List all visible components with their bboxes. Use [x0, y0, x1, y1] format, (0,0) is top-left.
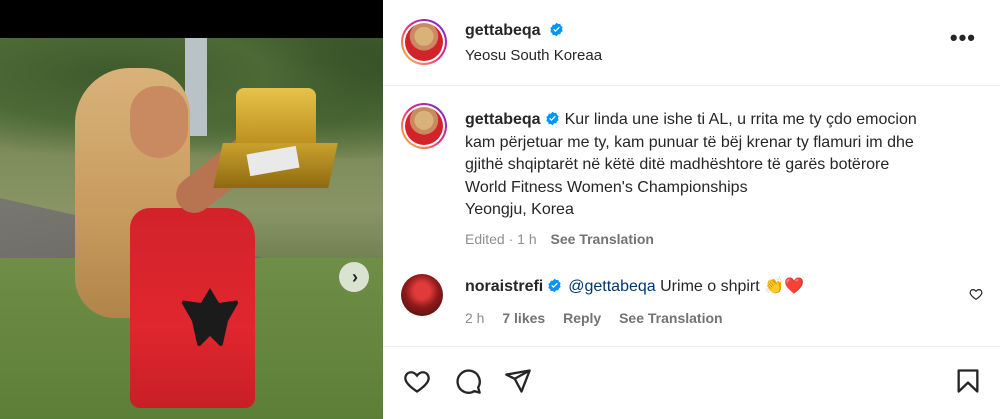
athlete-face — [130, 86, 188, 158]
like-comment-heart-icon[interactable] — [969, 287, 983, 301]
author-username[interactable]: gettabeqa — [465, 22, 541, 39]
share-icon[interactable] — [504, 367, 532, 395]
caption-username[interactable]: gettabeqa — [465, 111, 541, 128]
post-photo[interactable] — [0, 38, 383, 419]
comment-time: 2 h — [465, 310, 485, 326]
trophy — [213, 88, 343, 198]
heart-icon[interactable] — [403, 367, 431, 395]
comment-username[interactable]: noraistrefi — [465, 278, 543, 295]
caption-line: Kur linda une ishe ti AL, u rrita me ty … — [564, 111, 917, 128]
post-caption: gettabeqa Kur linda une ishe ti AL, u rr… — [465, 109, 975, 250]
trophy-figures — [236, 88, 316, 148]
chevron-right-icon: › — [352, 267, 358, 287]
caption-author-avatar[interactable] — [401, 103, 447, 149]
post-header: gettabeqa Yeosu South Koreaa ••• — [383, 0, 1000, 86]
comment-see-translation-link[interactable]: See Translation — [619, 310, 722, 326]
comment-mention[interactable]: @gettabeqa — [568, 278, 655, 295]
more-dots-icon: ••• — [949, 25, 976, 50]
verified-badge-icon — [550, 22, 563, 37]
verified-badge-icon — [545, 111, 559, 126]
see-translation-link[interactable]: See Translation — [551, 231, 654, 247]
post-action-bar — [383, 346, 1000, 419]
caption-line: gjithë shqiptarët në këtë ditë madhështo… — [465, 156, 890, 173]
post-media: › — [0, 0, 383, 419]
author-avatar[interactable] — [401, 19, 447, 65]
comment-text: Urime o shpirt 👏❤️ — [660, 278, 804, 295]
commenter-avatar[interactable] — [401, 274, 443, 316]
comment-likes[interactable]: 7 likes — [502, 310, 545, 326]
caption-line: World Fitness Women's Championships — [465, 178, 748, 196]
reply-button[interactable]: Reply — [563, 310, 601, 326]
edited-timestamp: Edited · 1 h — [465, 230, 537, 247]
comment-item: noraistrefi @gettabeqa Urime o shpirt 👏❤… — [465, 276, 804, 329]
more-options-button[interactable]: ••• — [950, 27, 976, 49]
save-icon[interactable] — [954, 367, 982, 395]
next-image-button[interactable]: › — [339, 262, 369, 292]
comment-icon[interactable] — [454, 367, 482, 395]
caption-line: kam përjetuar me ty, kam punuar të bëj k… — [465, 133, 914, 151]
post-details: gettabeqa Yeosu South Koreaa ••• gettabe… — [383, 0, 1000, 419]
verified-badge-icon — [548, 278, 561, 293]
post-location[interactable]: Yeosu South Koreaa — [465, 47, 602, 64]
caption-line: Yeongju, Korea — [465, 201, 574, 218]
